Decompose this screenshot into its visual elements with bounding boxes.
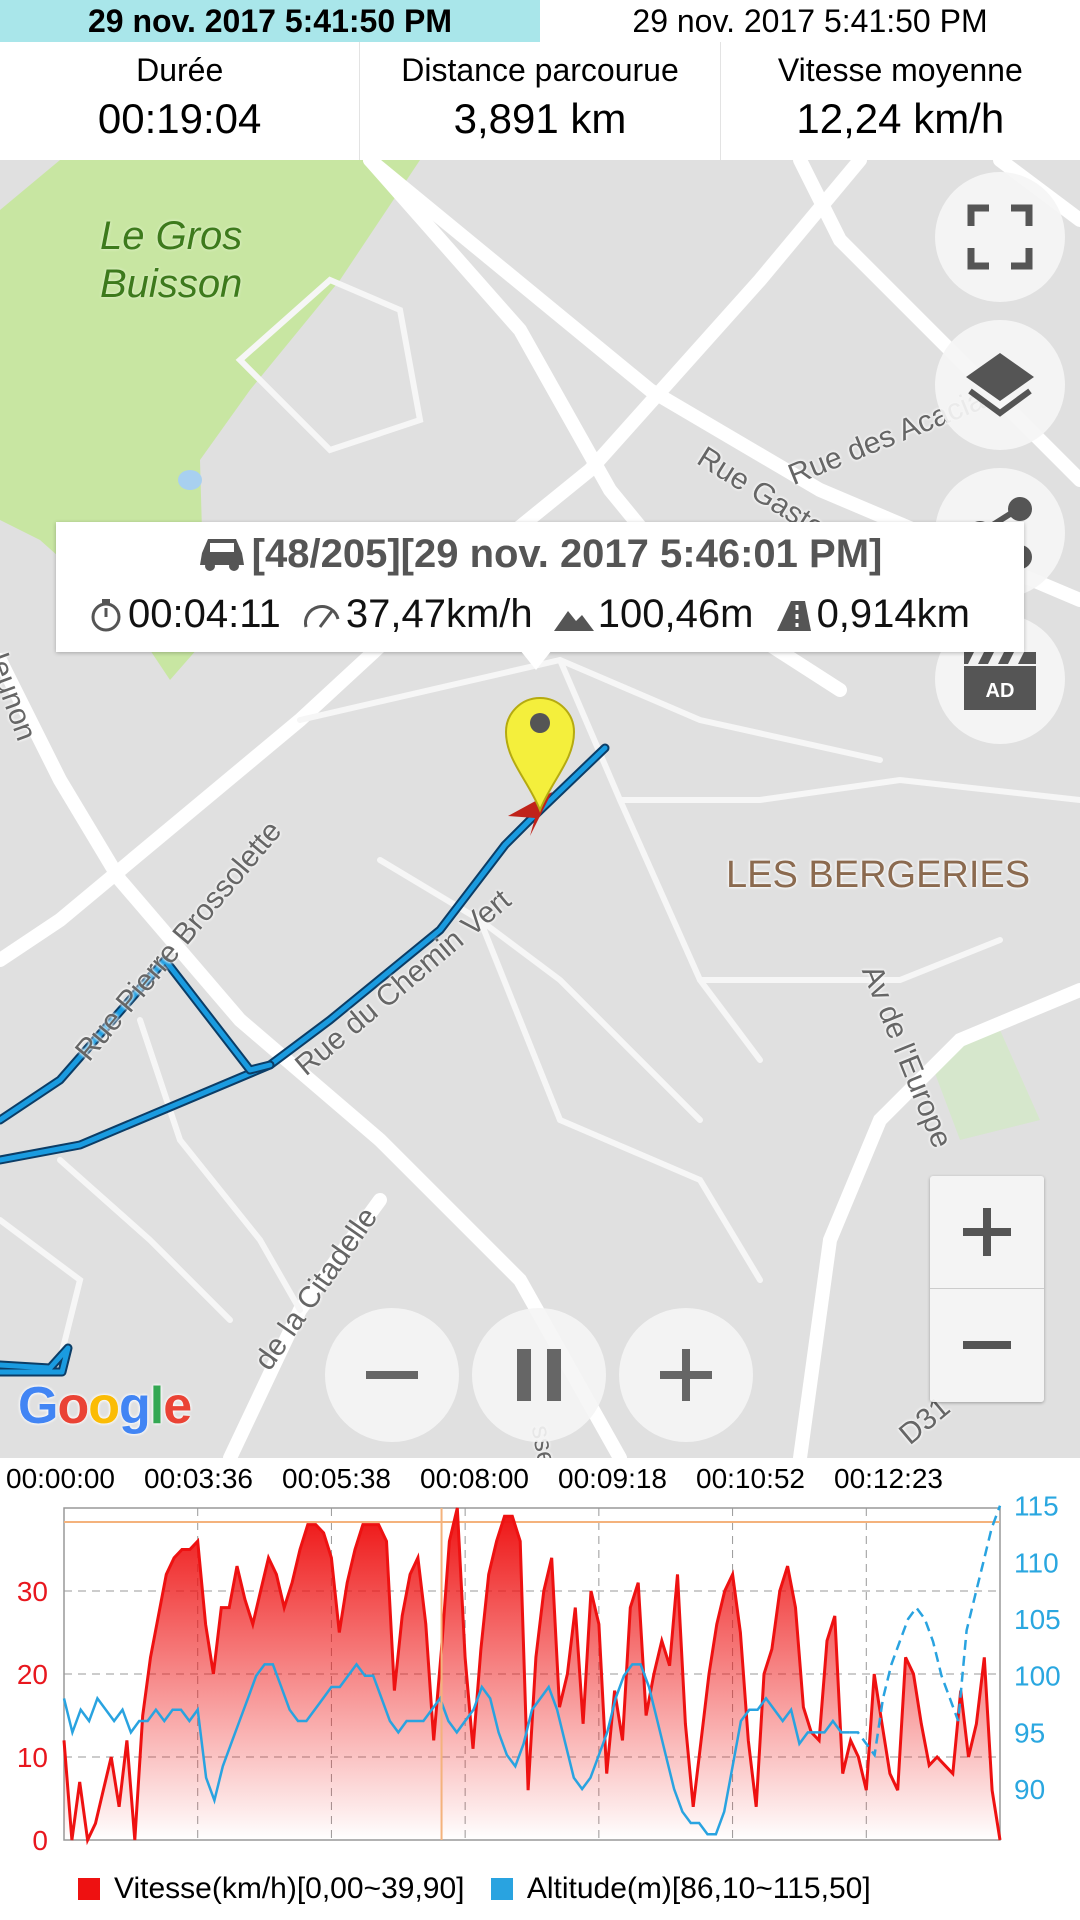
selected-time-label: 29 nov. 2017 5:41:50 PM [0,0,540,42]
x-tick-label: 00:08:00 [420,1463,529,1494]
zoom-out-button[interactable] [930,1289,1044,1401]
popup-pointer [520,650,552,670]
minus-icon [963,1341,1011,1349]
y-right-tick-label: 105 [1014,1604,1061,1635]
chart-legend: Vitesse(km/h)[0,00~39,90] Altitude(m)[86… [78,1872,871,1906]
stats-panel: Durée 00:19:04 Distance parcourue 3,891 … [0,42,1080,161]
clapperboard-icon [964,652,1036,710]
date-bar: 29 nov. 2017 5:41:50 PM 29 nov. 2017 5:4… [0,0,1080,42]
legend-altitude: Altitude(m)[86,10~115,50] [526,1872,871,1905]
stat-distance: Distance parcourue 3,891 km [360,42,721,160]
x-tick-label: 00:03:36 [144,1463,253,1494]
y-left-tick-label: 10 [17,1742,48,1773]
road-distance-icon [776,601,811,631]
popup-speed: 37,47km/h [345,592,533,636]
stat-value: 3,891 km [453,95,627,142]
layers-button[interactable] [935,320,1065,450]
speedometer-icon [303,605,340,628]
stat-value: 12,24 km/h [796,95,1005,142]
zoom-control [930,1176,1044,1402]
minus-icon [366,1371,418,1379]
fullscreen-icon [967,204,1033,270]
google-logo: Google [18,1377,192,1435]
playback-faster-button[interactable] [619,1308,753,1442]
mountain-icon [553,611,594,631]
stat-average-speed: Vitesse moyenne 12,24 km/h [721,42,1080,160]
x-tick-label: 00:00:00 [6,1463,115,1494]
ad-label: AD [985,680,1015,702]
stat-label: Vitesse moyenne [777,52,1023,88]
legend-swatch-speed [78,1878,100,1900]
plus-icon [963,1208,1011,1256]
popup-distance: 0,914km [816,592,970,636]
car-icon [199,539,244,571]
speed-altitude-chart[interactable]: 00:00:00 00:03:36 00:05:38 00:08:00 00:09:18… [0,1458,1080,1920]
popup-elapsed: 00:04:11 [128,592,281,636]
x-tick-label: 00:05:38 [282,1463,391,1494]
district-label: LES BERGERIES [726,854,1031,896]
y-left-tick-label: 30 [17,1576,48,1607]
layers-icon [966,353,1034,417]
fullscreen-button[interactable] [935,172,1065,302]
popup-title: [48/205][29 nov. 2017 5:46:01 PM] [251,532,883,576]
point-info-popup: [48/205][29 nov. 2017 5:46:01 PM] 00:04:… [56,522,1024,652]
popup-details-row: 00:04:11 37,47km/h 100,46m 0,914km [84,592,976,637]
map-view[interactable]: Le Gros Buisson LES BERGERIES Rue des Ac… [0,160,1080,1458]
current-time-label: 29 nov. 2017 5:41:50 PM [632,3,988,39]
chart-canvas: 00:00:00 00:03:36 00:05:38 00:08:00 00:09:18… [6,1463,1061,1856]
y-right-tick-label: 110 [1014,1547,1059,1578]
legend-swatch-altitude [490,1878,513,1900]
stat-label: Distance parcourue [401,52,679,88]
map-canvas [0,160,1080,1458]
stat-label: Durée [136,52,224,88]
popup-title-row: [48/205][29 nov. 2017 5:46:01 PM] [56,532,1024,577]
popup-altitude: 100,46m [597,592,754,636]
stopwatch-icon [91,599,121,632]
y-right-tick-label: 115 [1014,1491,1059,1522]
zoom-in-button[interactable] [930,1176,1044,1289]
y-left-tick-label: 0 [32,1825,48,1856]
pause-icon [517,1349,561,1401]
x-tick-label: 00:10:52 [696,1463,805,1494]
y-right-tick-label: 90 [1014,1774,1045,1805]
playback-pause-button[interactable] [472,1308,606,1442]
x-tick-label: 00:12:23 [834,1463,943,1494]
playback-slower-button[interactable] [325,1308,459,1442]
y-right-tick-label: 95 [1014,1717,1045,1748]
stat-duration: Durée 00:19:04 [0,42,361,160]
plus-icon [660,1349,712,1401]
park-label: Le Gros Buisson [100,214,243,306]
x-tick-label: 00:09:18 [558,1463,667,1494]
legend-speed: Vitesse(km/h)[0,00~39,90] [114,1872,465,1905]
stat-value: 00:19:04 [97,95,262,142]
y-left-tick-label: 20 [17,1659,48,1690]
y-right-tick-label: 100 [1014,1661,1061,1692]
